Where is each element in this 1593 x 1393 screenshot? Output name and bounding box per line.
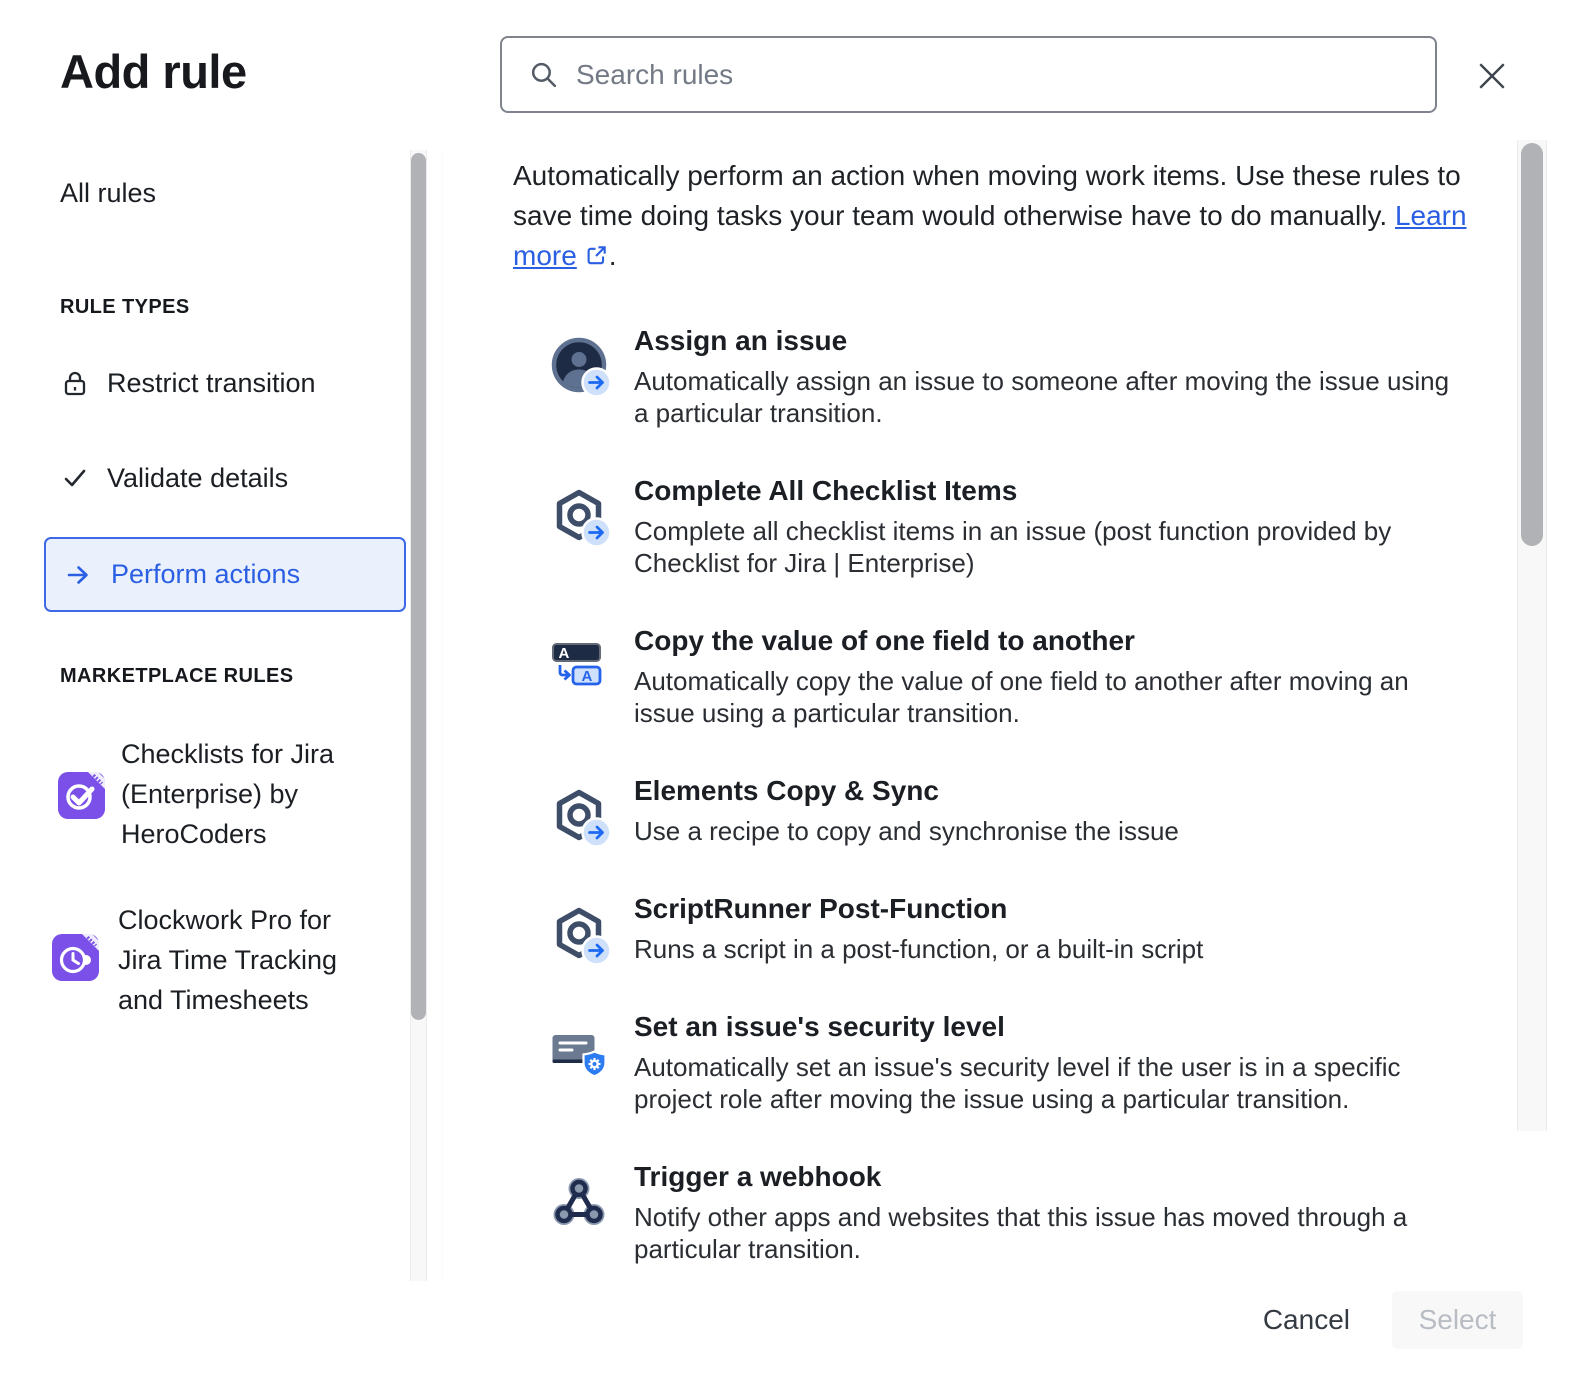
select-button[interactable]: Select: [1392, 1291, 1523, 1349]
rule-title: Elements Copy & Sync: [634, 773, 1179, 809]
rule-item[interactable]: Complete All Checklist Items Complete all…: [513, 473, 1513, 579]
sidebar-scrollbar-thumb[interactable]: [411, 153, 426, 1020]
rules-panel: Automatically perform an action when mov…: [443, 150, 1593, 1282]
rule-item[interactable]: Copy the value of one field to another Au…: [513, 623, 1513, 729]
sidebar-item-perform-actions[interactable]: Perform actions: [44, 537, 406, 612]
lock-icon: [60, 368, 90, 398]
hex-nut-icon: [550, 787, 608, 845]
sidebar-item-checklists-jira[interactable]: Checklists for Jira (Enterprise) by Hero…: [58, 732, 379, 854]
copy-field-icon: [550, 637, 608, 695]
rule-description: Complete all checklist items in an issue…: [634, 515, 1469, 579]
clockwork-app-icon: [52, 934, 99, 981]
checklists-app-icon: [58, 772, 105, 819]
rule-item[interactable]: Elements Copy & Sync Use a recipe to copy…: [513, 773, 1513, 847]
rule-item[interactable]: ScriptRunner Post-Function Runs a script …: [513, 891, 1513, 965]
rule-item[interactable]: Set an issue's security level Automatical…: [513, 1009, 1513, 1115]
check-icon: [60, 463, 90, 493]
security-card-icon: [550, 1023, 608, 1081]
sidebar-item-label: All rules: [60, 178, 156, 209]
cancel-button[interactable]: Cancel: [1259, 1291, 1354, 1349]
rule-description: Automatically copy the value of one fiel…: [634, 665, 1469, 729]
user-avatar-icon: [550, 337, 608, 395]
main-scrollbar[interactable]: [1517, 140, 1547, 1131]
rule-description: Automatically set an issue's security le…: [634, 1051, 1469, 1115]
sidebar-item-clockwork-pro[interactable]: Clockwork Pro for Jira Time Tracking and…: [52, 898, 376, 1020]
sidebar-item-all-rules[interactable]: All rules: [60, 178, 156, 209]
sidebar-item-label: Validate details: [107, 463, 288, 494]
sidebar-scrollbar[interactable]: [410, 150, 427, 1281]
sidebar-item-label: Restrict transition: [107, 368, 316, 399]
search-box[interactable]: [500, 36, 1437, 113]
sidebar-item-validate-details[interactable]: Validate details: [60, 456, 288, 500]
page-title: Add rule: [60, 44, 247, 99]
sidebar-heading-rule-types-heading: RULE TYPES: [60, 296, 190, 319]
rule-title: ScriptRunner Post-Function: [634, 891, 1203, 927]
transition-arrow-badge-icon: [581, 817, 612, 848]
rule-description: Use a recipe to copy and synchronise the…: [634, 815, 1179, 847]
sidebar-item-label: Perform actions: [111, 559, 300, 590]
search-icon: [528, 59, 559, 90]
rule-title: Copy the value of one field to another: [634, 623, 1469, 659]
rule-title: Set an issue's security level: [634, 1009, 1469, 1045]
main-scrollbar-thumb[interactable]: [1521, 143, 1543, 546]
close-button[interactable]: [1468, 52, 1516, 100]
rule-item[interactable]: Trigger a webhook Notify other apps and w…: [513, 1159, 1513, 1265]
sidebar-item-label: Clockwork Pro for Jira Time Tracking and…: [118, 900, 376, 1020]
rule-title: Complete All Checklist Items: [634, 473, 1469, 509]
transition-arrow-badge-icon: [581, 517, 612, 548]
hex-nut-icon: [550, 487, 608, 545]
rule-description: Runs a script in a post-function, or a b…: [634, 933, 1203, 965]
search-input[interactable]: [576, 59, 1409, 91]
transition-arrow-badge-icon: [581, 367, 612, 398]
sidebar-heading-marketplace-heading: MARKETPLACE RULES: [60, 665, 293, 688]
intro-text: Automatically perform an action when mov…: [513, 156, 1498, 276]
transition-arrow-badge-icon: [581, 935, 612, 966]
rule-item[interactable]: Assign an issue Automatically assign an i…: [513, 323, 1513, 429]
sidebar-item-restrict-transition[interactable]: Restrict transition: [60, 361, 316, 405]
hex-nut-icon: [550, 905, 608, 963]
webhook-icon: [550, 1173, 608, 1231]
external-link-icon: [584, 243, 609, 268]
rule-title: Assign an issue: [634, 323, 1469, 359]
rule-description: Automatically assign an issue to someone…: [634, 365, 1469, 429]
sidebar-item-label: Checklists for Jira (Enterprise) by Hero…: [121, 734, 379, 854]
rule-description: Notify other apps and websites that this…: [634, 1201, 1469, 1265]
close-icon: [1476, 60, 1508, 92]
arrow-right-icon: [64, 560, 94, 590]
rules-list: Assign an issue Automatically assign an i…: [513, 323, 1513, 1265]
sidebar: All rules RULE TYPES Restrict transition Va…: [0, 150, 410, 1282]
footer: Cancel Select: [0, 1281, 1593, 1393]
rule-title: Trigger a webhook: [634, 1159, 1469, 1195]
